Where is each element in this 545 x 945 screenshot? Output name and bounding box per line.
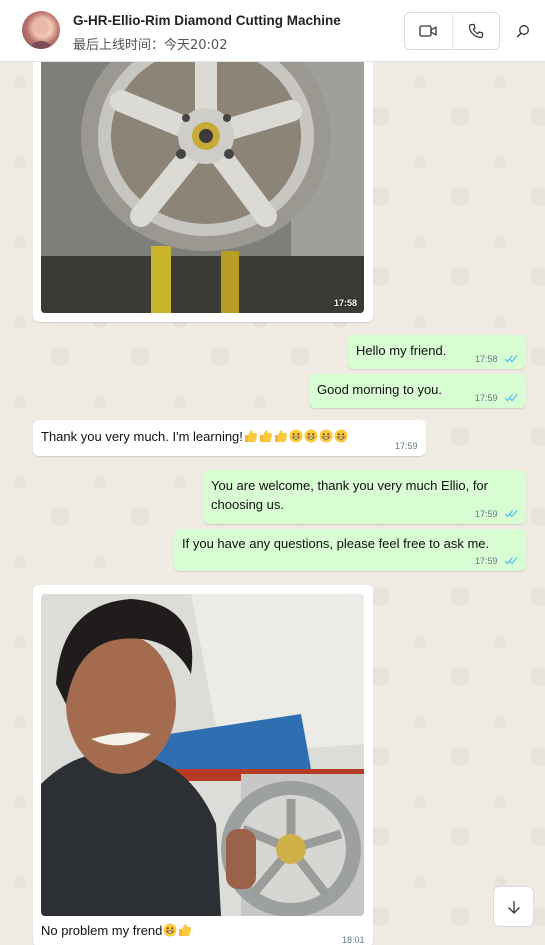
- scroll-to-bottom-button[interactable]: [493, 886, 534, 927]
- message-image-incoming[interactable]: 17:58: [33, 62, 373, 322]
- message-outgoing[interactable]: Good morning to you. 17:59: [309, 374, 526, 408]
- voice-call-button[interactable]: [451, 13, 499, 49]
- message-outgoing[interactable]: You are welcome, thank you very much Ell…: [203, 470, 526, 524]
- thumbs-up-emoji-icon: [244, 430, 257, 442]
- chat-header: G-HR-Ellio-Rim Diamond Cutting Machine 最…: [0, 0, 545, 62]
- message-text: Hello my friend.: [356, 343, 447, 358]
- message-image-incoming[interactable]: No problem my frend 18:01: [33, 585, 373, 945]
- message-outgoing[interactable]: If you have any questions, please feel f…: [174, 529, 526, 571]
- grin-emoji-icon: [304, 429, 318, 443]
- search-icon: [516, 25, 529, 38]
- message-time: 17:59: [395, 441, 418, 451]
- message-text-line1: You are welcome, thank you very much Ell…: [211, 478, 488, 493]
- read-receipt-icon: [504, 355, 518, 363]
- thumbs-up-emoji-icon: [259, 430, 272, 442]
- last-seen-status: 最后上线时间：今天20:02: [73, 38, 228, 53]
- search-button[interactable]: [512, 20, 534, 42]
- read-receipt-icon: [504, 510, 518, 518]
- grin-emoji-icon: [319, 429, 333, 443]
- wheel-rim-photo[interactable]: 17:58: [41, 62, 364, 313]
- thumbs-up-emoji-icon: [179, 924, 192, 936]
- message-text-line2: choosing us.: [211, 497, 284, 512]
- message-time: 17:58: [475, 354, 498, 364]
- arrow-down-icon: [507, 900, 520, 914]
- read-receipt-icon: [504, 394, 518, 402]
- chat-area[interactable]: 17:58 Hello my friend. 17:58 Good mornin…: [0, 62, 545, 945]
- message-text: If you have any questions, please feel f…: [182, 536, 490, 551]
- grin-emoji-icon: [334, 429, 348, 443]
- video-call-icon: [419, 25, 438, 37]
- video-call-button[interactable]: [405, 13, 452, 49]
- message-caption-row: No problem my frend: [41, 921, 192, 940]
- message-text: Thank you very much. I'm learning!: [41, 429, 243, 444]
- message-text: Good morning to you.: [317, 382, 443, 397]
- voice-call-icon: [468, 23, 484, 39]
- message-outgoing[interactable]: Hello my friend. 17:58: [348, 335, 526, 369]
- man-with-wheel-photo[interactable]: [41, 594, 364, 916]
- message-text-row: Thank you very much. I'm learning!: [41, 427, 348, 446]
- message-time: 17:59: [475, 393, 498, 403]
- grin-emoji-icon: [289, 429, 303, 443]
- message-time: 17:59: [475, 556, 498, 566]
- thumbs-up-emoji-icon: [274, 430, 287, 442]
- message-time: 17:58: [333, 298, 357, 308]
- message-time: 17:59: [475, 509, 498, 519]
- grin-emoji-icon: [163, 923, 177, 937]
- message-caption: No problem my frend: [41, 923, 163, 938]
- read-receipt-icon: [504, 557, 518, 565]
- contact-name[interactable]: G-HR-Ellio-Rim Diamond Cutting Machine: [73, 13, 341, 28]
- message-time: 18:01: [342, 935, 365, 945]
- call-button-group: [404, 12, 500, 50]
- message-incoming[interactable]: Thank you very much. I'm learning! 17:59: [33, 420, 426, 456]
- contact-avatar[interactable]: [22, 11, 60, 49]
